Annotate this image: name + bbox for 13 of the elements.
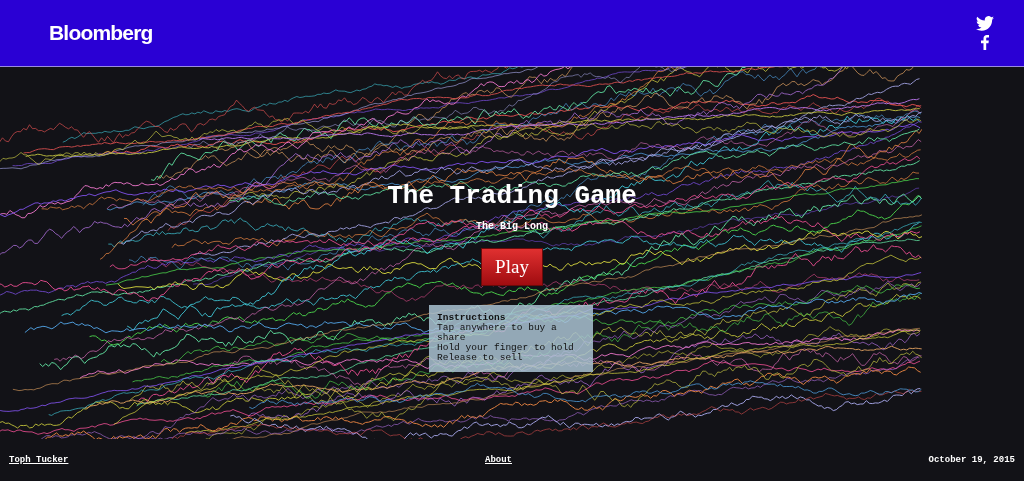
logo[interactable]: Bloomberg bbox=[49, 21, 153, 45]
instructions-heading: Instructions bbox=[437, 313, 507, 323]
instruction-line: Tap anywhere to buy a share bbox=[437, 323, 558, 343]
twitter-bird-icon[interactable] bbox=[976, 16, 994, 31]
facebook-icon[interactable] bbox=[981, 35, 989, 50]
game-subtitle: The Big Long bbox=[476, 221, 548, 232]
instruction-line: Hold your finger to hold bbox=[437, 343, 575, 353]
instruction-line: Release to sell bbox=[437, 353, 524, 363]
game-title: The Trading Game bbox=[387, 180, 637, 212]
date-text: October 19, 2015 bbox=[928, 455, 1015, 465]
author-link[interactable]: Toph Tucker bbox=[9, 455, 69, 465]
about-link[interactable]: About bbox=[485, 455, 512, 465]
play-button[interactable]: Play bbox=[481, 248, 543, 286]
